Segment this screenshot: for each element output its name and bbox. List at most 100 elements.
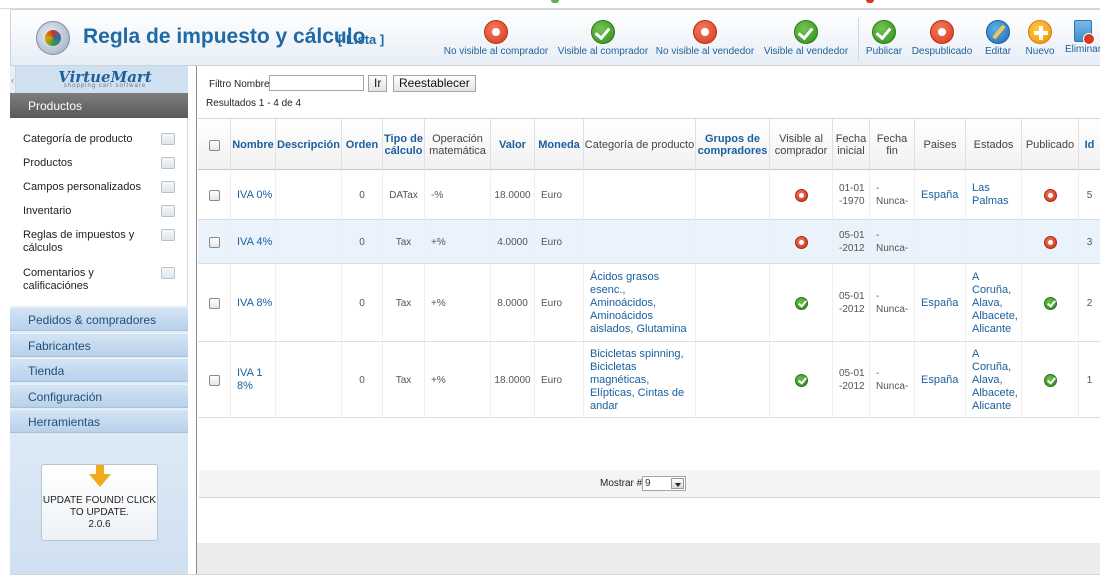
virtuemart-logo-icon <box>36 21 70 55</box>
fecha_inicial-cell: 05-01-2012 <box>833 342 870 418</box>
orden-cell: 0 <box>342 264 383 342</box>
tipo-cell: Tax <box>383 264 425 342</box>
tipo-cell: Tax <box>383 220 425 264</box>
orden-cell: 0 <box>342 220 383 264</box>
go-button[interactable]: Ir <box>368 75 388 92</box>
fecha_fin-cell: -Nunca- <box>870 220 915 264</box>
sidebar-collapse-toggle[interactable]: ‹ <box>10 66 16 96</box>
page-subtitle: [ Lista ] <box>338 32 385 47</box>
moneda-cell: Euro <box>535 264 584 342</box>
sidebar-section[interactable]: Herramientas <box>10 409 188 433</box>
sidebar-subitem[interactable]: Comentarios y calificaciónes <box>23 267 183 293</box>
sidebar: ‹ VirtueMart shopping cart software Prod… <box>10 66 188 574</box>
column-header[interactable]: Valor <box>491 119 535 171</box>
grupos-cell <box>696 220 770 264</box>
green-check-icon[interactable] <box>1043 373 1057 387</box>
column-header[interactable]: Tipo de cálculo <box>383 119 425 171</box>
sidebar-subitem[interactable]: Inventario <box>23 205 183 218</box>
red-circle-icon[interactable] <box>1043 235 1057 249</box>
column-header[interactable]: Id <box>1079 119 1100 171</box>
sidebar-section[interactable]: Configuración <box>10 383 188 408</box>
sidebar-section[interactable]: Tienda <box>10 358 188 382</box>
red-circle-icon[interactable] <box>794 235 808 249</box>
sidebar-section-productos[interactable]: Productos <box>10 93 188 118</box>
no-visible-comprador-button[interactable]: No visible al comprador <box>436 20 556 60</box>
column-header: Fecha fin <box>870 119 915 171</box>
row-checkbox[interactable] <box>208 189 220 201</box>
estados-cell[interactable]: A Coruña, Alava, Albacete, Alicante <box>966 264 1022 342</box>
column-header: Fecha inicial <box>833 119 870 171</box>
categoria-cell <box>584 170 696 220</box>
column-header[interactable]: Orden <box>342 119 383 171</box>
moneda-cell: Euro <box>535 220 584 264</box>
paises-cell[interactable]: España <box>915 342 966 418</box>
products-icon <box>161 157 175 169</box>
paises-cell <box>915 220 966 264</box>
valor-cell: 4.0000 <box>491 220 535 264</box>
eliminar-button[interactable]: Eliminar <box>1023 20 1100 60</box>
sidebar-subitem[interactable]: Productos <box>23 157 183 170</box>
orden-cell: 0 <box>342 170 383 220</box>
row-checkbox[interactable] <box>208 297 220 309</box>
filter-name-input[interactable] <box>269 75 364 91</box>
categoria-cell[interactable]: Ácidos grasos esenc., Aminoácidos, Amino… <box>584 264 696 342</box>
trash-icon <box>1074 20 1095 45</box>
status-dot-icon <box>866 0 874 3</box>
show-count-select[interactable]: 9 <box>642 476 686 491</box>
custom-fields-icon <box>161 181 175 193</box>
sidebar-submenu: Categoría de producto Productos Campos per… <box>10 118 188 306</box>
table-row: IVA 18% 0 Tax +% 18.0000 Euro Bicicletas spinn… <box>198 342 1100 418</box>
operacion-cell: +% <box>425 264 491 342</box>
descripcion-cell <box>276 170 342 220</box>
estados-cell <box>966 220 1022 264</box>
row-checkbox[interactable] <box>208 374 220 386</box>
column-header[interactable]: Grupos de compradores <box>696 119 770 171</box>
filter-bar: Filtro Nombre: Ir Reestablecer Resultado… <box>197 72 1100 112</box>
estados-cell[interactable]: Las Palmas <box>966 170 1022 220</box>
nombre-cell[interactable]: IVA 18% <box>231 342 276 418</box>
categoria-cell[interactable]: Bicicletas spinning, Bicicletas magnétic… <box>584 342 696 418</box>
paises-cell[interactable]: España <box>915 264 966 342</box>
sidebar-subitem[interactable]: Campos personalizados <box>23 181 183 194</box>
estados-cell[interactable]: A Coruña, Alava, Albacete, Alicante <box>966 342 1022 418</box>
red-circle-icon[interactable] <box>794 188 808 202</box>
column-header: Operación matemática <box>425 119 491 171</box>
id-cell: 1 <box>1079 342 1100 418</box>
select-all-checkbox[interactable] <box>208 139 220 151</box>
green-check-icon[interactable] <box>1043 296 1057 310</box>
table-footer: Mostrar # 9 <box>199 470 1100 498</box>
sidebar-section[interactable]: Fabricantes <box>10 332 188 357</box>
fecha_inicial-cell: 05-01-2012 <box>833 220 870 264</box>
id-cell: 5 <box>1079 170 1100 220</box>
page-header: Regla de impuesto y cálculo [ Lista ] No… <box>10 9 1100 66</box>
column-header[interactable]: Moneda <box>535 119 584 171</box>
sidebar-section[interactable]: Pedidos & compradores <box>10 307 188 331</box>
horizontal-scrollbar[interactable] <box>10 574 1100 583</box>
descripcion-cell <box>276 220 342 264</box>
nombre-cell[interactable]: IVA 0% <box>231 170 276 220</box>
fecha_fin-cell: -Nunca- <box>870 342 915 418</box>
paises-cell[interactable]: España <box>915 170 966 220</box>
red-circle-icon[interactable] <box>1043 188 1057 202</box>
nombre-cell[interactable]: IVA 8% <box>231 264 276 342</box>
sidebar-subitem[interactable]: Reglas de impuestos y cálculos <box>23 229 183 255</box>
red-circle-icon <box>693 20 717 44</box>
tipo-cell: Tax <box>383 342 425 418</box>
green-check-icon[interactable] <box>794 373 808 387</box>
valor-cell: 8.0000 <box>491 264 535 342</box>
virtuemart-wordmark: VirtueMart shopping cart software <box>58 68 152 89</box>
row-checkbox-cell <box>198 342 231 418</box>
sidebar-subitem[interactable]: Categoría de producto <box>23 133 183 146</box>
green-check-icon[interactable] <box>794 296 808 310</box>
orden-cell: 0 <box>342 342 383 418</box>
publicado-cell <box>1022 220 1079 264</box>
column-header[interactable]: Nombre <box>231 119 276 171</box>
status-dot-icon <box>551 0 559 3</box>
categoria-cell <box>584 220 696 264</box>
row-checkbox[interactable] <box>208 236 220 248</box>
download-arrow-icon <box>88 465 111 487</box>
nombre-cell[interactable]: IVA 4% <box>231 220 276 264</box>
reset-button[interactable]: Reestablecer <box>393 75 476 92</box>
update-notice-button[interactable]: UPDATE FOUND! CLICK TO UPDATE. 2.0.6 <box>41 464 158 541</box>
column-header[interactable]: Descripción <box>276 119 342 171</box>
